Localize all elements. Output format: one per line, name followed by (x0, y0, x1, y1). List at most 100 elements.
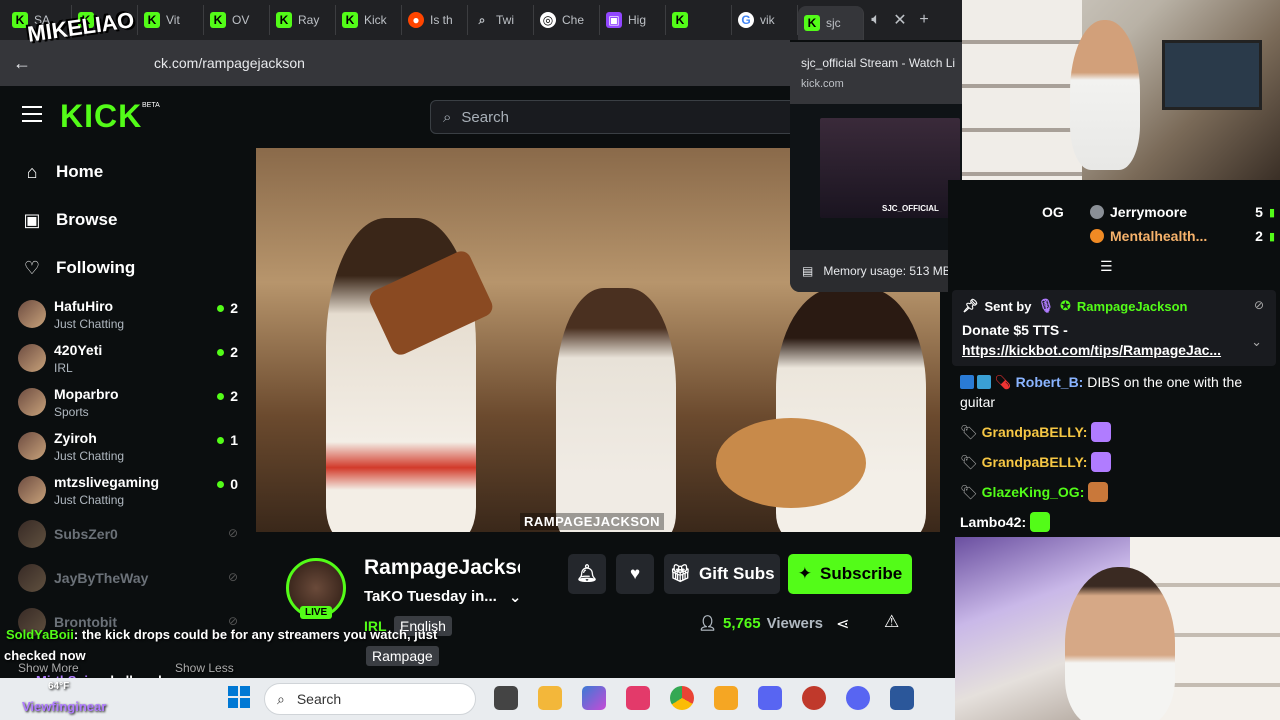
kick-favicon-icon: K (276, 12, 292, 28)
badge-icon (977, 375, 991, 389)
expand-lines-icon[interactable]: ☰ (1100, 258, 1113, 275)
unpin-icon[interactable]: ⊘ (1254, 298, 1264, 312)
verified-icon: ✪ (1060, 298, 1071, 313)
search-icon: ⌕ (443, 108, 452, 126)
app-icon-2[interactable] (714, 686, 738, 710)
kick-favicon-icon: K (342, 12, 358, 28)
discord-icon[interactable] (846, 686, 870, 710)
offline-icon: ⊘ (227, 614, 238, 628)
gift-icon: 🎁︎ (669, 564, 692, 583)
heart-icon: ♥ (629, 564, 641, 583)
share-icon[interactable]: ⋖ (836, 614, 849, 634)
chrome-icon[interactable] (670, 686, 694, 710)
rank-badge-icon (1090, 205, 1104, 219)
sidebar-channel[interactable]: Zyiroh Just Chatting 1 (0, 424, 252, 468)
task-view-icon[interactable] (494, 686, 518, 710)
offline-icon: ⊘ (227, 526, 238, 540)
reddit-icon: ● (408, 12, 424, 28)
channel-name: mtzslivegaming (54, 473, 160, 490)
stream-title[interactable]: TaKO Tuesday in... ⌄ (364, 588, 521, 606)
nav-following[interactable]: ♡ Following (0, 244, 252, 292)
pinned-text: Donate $5 TTS - (962, 322, 1068, 338)
pinned-message[interactable]: 📌︎ Sent by 🎙︎ ✪ RampageJackson ⊘ Donate … (952, 290, 1276, 366)
sidebar-channel[interactable]: mtzslivegaming Just Chatting 0 (0, 468, 252, 512)
chevron-down-icon[interactable]: ⌄ (509, 588, 522, 606)
chat-username[interactable]: Lambo42: (960, 514, 1026, 530)
notification-bell-button[interactable]: 🔔︎ (568, 554, 606, 594)
leaderboard-entry[interactable]: Mentalhealth... 2 ▮ (1090, 228, 1275, 244)
mic-icon: 🎙︎ (1037, 298, 1054, 313)
offline-icon: ⊘ (227, 570, 238, 584)
subscribe-button[interactable]: ✦ Subscribe (788, 554, 912, 594)
hamburger-menu-icon[interactable] (22, 106, 42, 122)
search-input[interactable]: ⌕ Search (430, 100, 800, 134)
sidebar-channel[interactable]: SubsZer0 ⊘ (0, 512, 252, 556)
chat-message: 🏷︎ GlazeKing_OG: (960, 482, 1270, 502)
browser-tab[interactable]: Gvik (732, 5, 798, 35)
avatar (18, 344, 46, 372)
browser-tab[interactable]: K OV (204, 5, 270, 35)
guitar-shape (716, 418, 866, 508)
gift-subs-label: Gift Subs (699, 564, 775, 583)
live-badge: LIVE (300, 606, 333, 619)
app-icon-4[interactable] (802, 686, 826, 710)
browser-tab[interactable]: ⌕ Twi (468, 5, 534, 35)
channel-name: Zyiroh (54, 429, 97, 446)
streamer-name[interactable]: RampageJackson (364, 556, 520, 580)
leaderboard-left: OG (1042, 204, 1064, 220)
hover-card-domain: kick.com (801, 78, 844, 90)
chat-username[interactable]: Robert_B: (1016, 374, 1084, 390)
sidebar: ⌂ Home ▣ Browse ♡ Following HafuHiro Just Chat… (0, 148, 252, 678)
browser-tab[interactable]: Ksjc (798, 6, 864, 40)
browser-tab[interactable]: ▣ Hig (600, 5, 666, 35)
url-field[interactable]: ck.com/rampagejackson (154, 55, 305, 71)
browser-tab-label: vik (760, 13, 775, 27)
follow-heart-button[interactable]: ♥ (616, 554, 654, 594)
viewer-count-number: 5,765 (723, 614, 761, 632)
nav-browse[interactable]: ▣ Browse (0, 196, 252, 244)
app-icon[interactable] (626, 686, 650, 710)
kick-favicon-icon: K (210, 12, 226, 28)
browser-tab-label: OV (232, 13, 250, 27)
hover-card-title: sjc_official Stream - Watch Li (801, 56, 956, 70)
sidebar-channel[interactable]: HafuHiro Just Chatting 2 (0, 292, 252, 336)
nav-home[interactable]: ⌂ Home (0, 148, 252, 196)
chevron-down-icon[interactable]: ⌄ (1251, 334, 1262, 350)
browser-tab[interactable]: ◎ Che (534, 5, 600, 35)
sidebar-channel[interactable]: 420Yeti IRL 2 (0, 336, 252, 380)
chat-username[interactable]: GlazeKing_OG: (982, 484, 1085, 500)
chat-username[interactable]: GrandpaBELLY: (982, 454, 1088, 470)
close-tab-icon[interactable]: ✕ (888, 10, 912, 30)
tag-icon: 🏷︎ (960, 454, 982, 470)
video-watermark-tag: RAMPAGEJACKSON (520, 513, 665, 530)
word-icon[interactable] (890, 686, 914, 710)
copilot-icon[interactable] (582, 686, 606, 710)
pinned-link[interactable]: https://kickbot.com/tips/RampageJac... (962, 342, 1232, 358)
gift-subs-button[interactable]: 🎁︎ Gift Subs (664, 554, 780, 594)
pinned-sender[interactable]: RampageJackson (1077, 299, 1188, 314)
report-warning-icon[interactable]: ⚠ (884, 612, 899, 632)
kick-logo[interactable]: KICK (60, 98, 142, 135)
windows-start-icon[interactable] (228, 686, 250, 708)
taskbar-search[interactable]: ⌕ Search (264, 683, 476, 715)
browser-tab[interactable]: ● Is th (402, 5, 468, 35)
app-icon-3[interactable] (758, 686, 782, 710)
browser-tab-label: Ray (298, 13, 320, 27)
sidebar-channel[interactable]: Moparbro Sports 2 (0, 380, 252, 424)
chat-username[interactable]: GrandpaBELLY: (982, 424, 1088, 440)
new-tab-icon[interactable]: + (912, 11, 936, 29)
chat-panel: OG Jerrymoore 5 ▮ Mentalhealth... 2 ▮ ☰ 📌︎ Se… (948, 180, 1280, 537)
sidebar-channel[interactable]: JayByTheWay ⊘ (0, 556, 252, 600)
channel-category: Just Chatting (54, 492, 125, 507)
leaderboard-entry[interactable]: Jerrymoore 5 ▮ (1090, 204, 1275, 220)
browser-tab[interactable]: K Ray (270, 5, 336, 35)
leaderboard-count: 2 (1255, 228, 1263, 244)
channel-category: Just Chatting (54, 316, 125, 331)
browser-tab[interactable]: K Kick (336, 5, 402, 35)
tag-rampage[interactable]: Rampage (366, 646, 439, 666)
windows-taskbar: ⌕ Search (0, 678, 955, 720)
file-explorer-icon[interactable] (538, 686, 562, 710)
show-less-link[interactable]: Show Less (175, 661, 234, 675)
mute-icon[interactable]: 🔈︎ (864, 11, 888, 29)
browser-tab[interactable]: K (666, 5, 732, 35)
